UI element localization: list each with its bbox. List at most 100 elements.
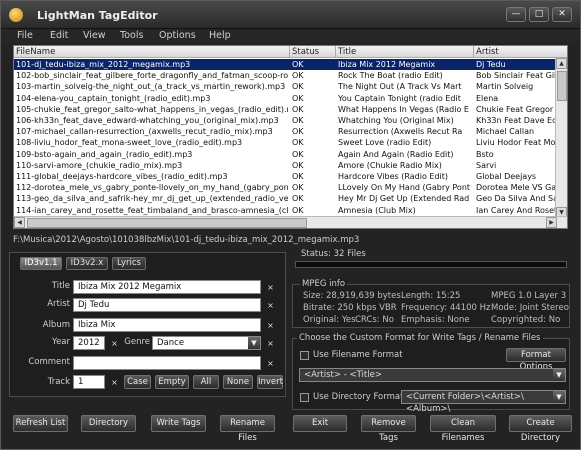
tab-id3v2[interactable]: ID3v2.x bbox=[66, 257, 108, 270]
use-filename-label: Use Filename Format bbox=[313, 350, 403, 360]
row-filename: 101-dj_tedu-ibiza_mix_2012_megamix.mp3 bbox=[16, 60, 191, 69]
all-button[interactable]: All bbox=[193, 375, 219, 389]
horizontal-scrollbar[interactable]: ◀ ▶ bbox=[14, 216, 567, 228]
file-row[interactable]: 102-bob_sinclair_feat_gilbere_forte_drag… bbox=[14, 70, 567, 81]
write-tags-button[interactable]: Write Tags bbox=[151, 415, 206, 432]
remove-tags-button[interactable]: Remove Tags bbox=[361, 415, 416, 443]
file-list[interactable]: FileName Status Title Artist 101-dj_tedu… bbox=[13, 45, 568, 229]
use-filename-checkbox[interactable] bbox=[300, 351, 309, 360]
year-field[interactable]: 2012 bbox=[73, 336, 105, 350]
none-button[interactable]: None bbox=[223, 375, 253, 389]
file-row[interactable]: 106-kh33n_feat_dave_edward-whatching_you… bbox=[14, 115, 567, 126]
file-row[interactable]: 110-sarvi-amore_(chukie_radio_mix).mp3 OK… bbox=[14, 160, 567, 171]
column-artist[interactable]: Artist bbox=[474, 46, 567, 58]
chevron-down-icon[interactable]: ▼ bbox=[248, 337, 260, 349]
menu-view[interactable]: View bbox=[83, 30, 106, 41]
create-directory-button[interactable]: Create Directory bbox=[509, 415, 572, 443]
file-row[interactable]: 104-elena-you_captain_tonight_(radio_edi… bbox=[14, 93, 567, 104]
artist-field[interactable]: Dj Tedu bbox=[73, 298, 261, 312]
menu-help[interactable]: Help bbox=[209, 30, 231, 41]
menu-file[interactable]: File bbox=[17, 30, 33, 41]
column-title[interactable]: Title bbox=[336, 46, 474, 58]
mpeg-size: Size: 28,919,639 bytes bbox=[303, 291, 401, 301]
scroll-thumb[interactable] bbox=[557, 71, 567, 101]
menu-edit[interactable]: Edit bbox=[50, 30, 68, 41]
row-filename: 106-kh33n_feat_dave_edward-whatching_you… bbox=[16, 116, 279, 125]
exit-button[interactable]: Exit bbox=[293, 415, 347, 432]
row-title: Sweet Love (radio Edit) bbox=[338, 138, 432, 148]
maximize-button[interactable]: □ bbox=[529, 7, 549, 22]
file-row[interactable]: 114-ian_carey_and_rosette_feat_timbaland… bbox=[14, 205, 567, 216]
tab-lyrics[interactable]: Lyrics bbox=[112, 257, 146, 270]
clear-genre-icon[interactable]: × bbox=[265, 338, 276, 349]
close-button[interactable]: ✕ bbox=[552, 7, 572, 22]
title-field[interactable]: Ibiza Mix 2012 Megamix bbox=[73, 280, 261, 294]
file-row[interactable]: 105-chukie_feat_gregor_salto-what_happen… bbox=[14, 104, 567, 115]
mpeg-original: Original: Yes bbox=[303, 315, 356, 325]
comment-label: Comment bbox=[28, 357, 70, 367]
file-row[interactable]: 108-liviu_hodor_feat_mona-sweet_love_(ra… bbox=[14, 137, 567, 148]
chevron-down-icon[interactable]: ▼ bbox=[553, 369, 565, 381]
album-field[interactable]: Ibiza Mix bbox=[73, 318, 261, 332]
format-options-button[interactable]: Format Options bbox=[506, 348, 566, 372]
file-row[interactable]: 113-geo_da_silva_and_safrik-hey_mr_dj_ge… bbox=[14, 193, 567, 204]
file-row[interactable]: 107-michael_callan-resurrection_(axwells… bbox=[14, 126, 567, 137]
directory-button[interactable]: Directory bbox=[81, 415, 136, 432]
row-title: LLovely On My Hand (Gabry Pont bbox=[338, 183, 471, 193]
genre-select[interactable]: Dance ▼ bbox=[152, 336, 261, 350]
clear-year-icon[interactable]: × bbox=[109, 338, 120, 349]
clean-filenames-button[interactable]: Clean Filenames bbox=[430, 415, 496, 443]
row-title: Resurrection (Axwells Recut Ra bbox=[338, 127, 463, 137]
year-label: Year bbox=[52, 337, 70, 347]
hscroll-thumb[interactable] bbox=[27, 218, 307, 228]
mpeg-crcs: CRCs: No bbox=[355, 315, 394, 325]
chevron-down-icon[interactable]: ▼ bbox=[553, 391, 565, 403]
case-button[interactable]: Case bbox=[124, 375, 151, 389]
invert-button[interactable]: Invert bbox=[257, 375, 283, 389]
directory-format-select[interactable]: <Current Folder>\<Artist>\<Album>\ ▼ bbox=[401, 390, 566, 414]
filename-format-value: <Artist> - <Title> bbox=[304, 370, 382, 380]
comment-field[interactable] bbox=[73, 356, 261, 370]
file-row[interactable]: 103-martin_solveig-the_night_out_(a_trac… bbox=[14, 81, 567, 92]
row-status: OK bbox=[292, 116, 304, 125]
refresh-list-button[interactable]: Refresh List bbox=[13, 415, 68, 432]
album-label: Album bbox=[42, 320, 70, 330]
file-row[interactable]: 109-bsto-again_and_again_(radio_edit).mp… bbox=[14, 149, 567, 160]
use-directory-checkbox[interactable] bbox=[300, 393, 309, 402]
column-filename[interactable]: FileName bbox=[14, 46, 290, 58]
filename-format-select[interactable]: <Artist> - <Title> ▼ bbox=[299, 368, 566, 382]
menu-tools[interactable]: Tools bbox=[120, 30, 143, 41]
window-title: LightMan TagEditor bbox=[37, 9, 158, 22]
scroll-left-icon[interactable]: ◀ bbox=[14, 217, 25, 228]
genre-value: Dance bbox=[157, 338, 185, 348]
column-status[interactable]: Status bbox=[290, 46, 336, 58]
mpeg-info-heading: MPEG info bbox=[300, 279, 348, 289]
empty-button[interactable]: Empty bbox=[155, 375, 189, 389]
clear-album-icon[interactable]: × bbox=[265, 320, 276, 331]
rename-files-button[interactable]: Rename Files bbox=[220, 415, 275, 443]
clear-track-icon[interactable]: × bbox=[109, 377, 120, 388]
use-directory-label: Use Directory Format bbox=[313, 392, 404, 402]
row-filename: 104-elena-you_captain_tonight_(radio_edi… bbox=[16, 93, 211, 103]
row-title: Rock The Boat (radio Edit) bbox=[338, 71, 443, 81]
file-row[interactable]: 101-dj_tedu-ibiza_mix_2012_megamix.mp3 OK… bbox=[14, 59, 567, 71]
file-row[interactable]: 111-global_deejays-hardcore_vibes_(radio… bbox=[14, 171, 567, 182]
row-title: You Captain Tonight (radio Edit bbox=[338, 93, 461, 103]
clear-comment-icon[interactable]: × bbox=[265, 358, 276, 369]
row-status: OK bbox=[292, 104, 304, 114]
row-filename: 110-sarvi-amore_(chukie_radio_mix).mp3 bbox=[16, 160, 183, 170]
artist-label: Artist bbox=[47, 299, 70, 309]
row-title: Whatching You (Original Mix) bbox=[338, 116, 454, 125]
track-field[interactable]: 1 bbox=[73, 375, 105, 389]
scroll-right-icon[interactable]: ▶ bbox=[546, 217, 557, 228]
menu-bar: File Edit View Tools Options Help bbox=[1, 29, 580, 43]
vertical-scrollbar[interactable]: ▲ ▼ bbox=[555, 58, 567, 218]
menu-options[interactable]: Options bbox=[159, 30, 196, 41]
scroll-up-icon[interactable]: ▲ bbox=[556, 58, 567, 69]
file-row[interactable]: 112-dorotea_mele_vs_gabry_ponte-llovely_… bbox=[14, 182, 567, 193]
status-text: Status: 32 Files bbox=[301, 249, 366, 259]
clear-title-icon[interactable]: × bbox=[265, 282, 276, 293]
tab-id3v1[interactable]: ID3v1.1 bbox=[20, 257, 62, 270]
minimize-button[interactable]: — bbox=[506, 7, 526, 22]
clear-artist-icon[interactable]: × bbox=[265, 300, 276, 311]
